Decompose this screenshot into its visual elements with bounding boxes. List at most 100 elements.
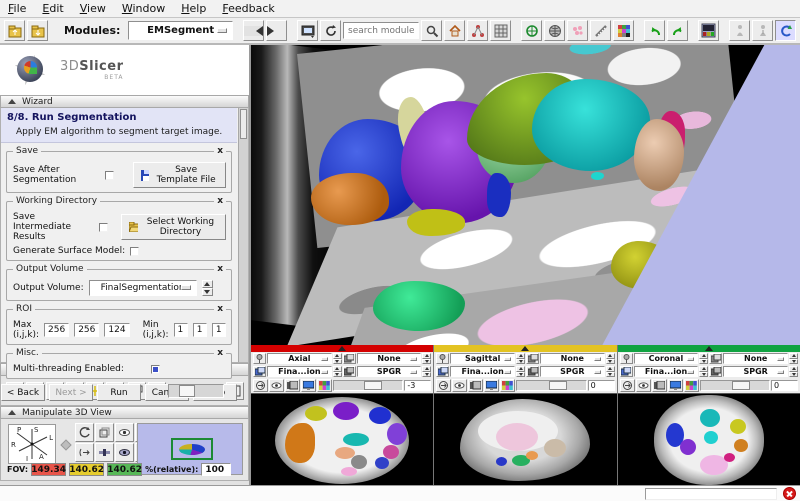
orientation-spinner[interactable]	[333, 353, 342, 364]
navigation-view-box[interactable]	[171, 438, 213, 460]
label-opacity-button[interactable]	[285, 379, 300, 392]
red-slice-bar[interactable]	[251, 345, 433, 352]
background-layer-button[interactable]	[526, 366, 539, 377]
home-button[interactable]	[444, 20, 465, 41]
menu-feedback[interactable]: Feedback	[222, 2, 274, 15]
slice-screen-button[interactable]	[484, 379, 499, 392]
background-layer-button[interactable]	[343, 366, 356, 377]
orientation-dropdown[interactable]: Sagittal	[450, 353, 515, 364]
label-map-spinner[interactable]	[333, 366, 342, 377]
roi-min-i-field[interactable]: 1	[174, 323, 188, 337]
slice-colors-button[interactable]	[317, 379, 332, 392]
foreground-spinner[interactable]	[789, 353, 798, 364]
slice-offset-slider[interactable]	[333, 380, 403, 391]
label-map-spinner[interactable]	[516, 366, 525, 377]
label-layer-button[interactable]	[436, 366, 449, 377]
slice-link-button[interactable]	[253, 353, 266, 364]
slice-offset-field[interactable]: 0	[771, 380, 798, 391]
foreground-spinner[interactable]	[606, 353, 615, 364]
label-map-dropdown[interactable]: Fina...ion	[267, 366, 332, 377]
undo-button[interactable]	[644, 20, 665, 41]
roi-close[interactable]: x	[214, 304, 226, 314]
foreground-dropdown[interactable]: None	[357, 353, 422, 364]
slice-offset-slider[interactable]	[700, 380, 770, 391]
menu-edit[interactable]: Edit	[42, 2, 63, 15]
output-volume-dropdown[interactable]: FinalSegmentation	[89, 280, 197, 296]
background-spinner[interactable]	[606, 366, 615, 377]
label-opacity-button[interactable]	[468, 379, 483, 392]
slice-screen-button[interactable]	[301, 379, 316, 392]
wizard-section-header[interactable]: Wizard	[0, 95, 249, 108]
slice-visible-button[interactable]	[452, 379, 467, 392]
orientation-spinner[interactable]	[516, 353, 525, 364]
slice-colors-button[interactable]	[684, 379, 699, 392]
slice-offset-slider[interactable]	[516, 380, 586, 391]
menu-view[interactable]: View	[80, 2, 106, 15]
coronal-slice-image[interactable]	[618, 393, 800, 485]
save-group-close[interactable]: x	[214, 146, 226, 156]
back-button[interactable]: < Back	[1, 384, 45, 401]
layout-select-button[interactable]	[698, 20, 719, 41]
reload-module-button[interactable]	[320, 20, 341, 41]
redo-button[interactable]	[667, 20, 688, 41]
slice-visible-button[interactable]	[636, 379, 651, 392]
slice-screen-button[interactable]	[668, 379, 683, 392]
module-history-button[interactable]	[297, 20, 318, 41]
roi-min-j-field[interactable]: 1	[193, 323, 207, 337]
orientation-axes-widget[interactable]: P S L R I A	[8, 424, 56, 464]
mouse-place-button[interactable]	[752, 20, 773, 41]
output-volume-spinner[interactable]	[202, 280, 213, 296]
foreground-dropdown[interactable]: None	[723, 353, 788, 364]
menu-help[interactable]: Help	[181, 2, 206, 15]
slice-link-button[interactable]	[436, 353, 449, 364]
run-button[interactable]: Run	[97, 384, 141, 401]
ortho-projection-button[interactable]	[95, 423, 114, 442]
yellow-slice-bar[interactable]	[434, 345, 616, 352]
label-layer-button[interactable]	[620, 366, 633, 377]
error-log-icon[interactable]	[783, 487, 796, 500]
search-button[interactable]	[421, 20, 442, 41]
fiducials-button[interactable]	[521, 20, 542, 41]
next-module-button[interactable]	[266, 20, 287, 41]
foreground-spinner[interactable]	[422, 353, 431, 364]
modules-tree-button[interactable]	[467, 20, 488, 41]
slice-visible-button[interactable]	[269, 379, 284, 392]
save-template-button[interactable]: Save Template File	[133, 162, 226, 188]
label-map-spinner[interactable]	[699, 366, 708, 377]
background-spinner[interactable]	[789, 366, 798, 377]
background-dropdown[interactable]: SPGR	[357, 366, 422, 377]
slice-offset-field[interactable]: -3	[404, 380, 431, 391]
spin-view-button[interactable]	[75, 423, 94, 442]
scrollbar-thumb[interactable]	[240, 109, 247, 139]
slider-handle[interactable]	[364, 381, 382, 390]
fiber-bundles-button[interactable]	[567, 20, 588, 41]
background-layer-button[interactable]	[709, 366, 722, 377]
mouse-transform-button[interactable]	[775, 20, 796, 41]
label-map-dropdown[interactable]: Fina...ion	[634, 366, 699, 377]
axial-slice-image[interactable]	[251, 393, 433, 485]
sagittal-slice-image[interactable]	[434, 393, 616, 485]
save-after-checkbox[interactable]	[105, 171, 114, 180]
zoom-relative-field[interactable]: 100	[201, 463, 231, 476]
previous-module-button[interactable]	[243, 20, 264, 41]
navigation-zoom-button[interactable]	[95, 443, 114, 462]
slider-handle[interactable]	[732, 381, 750, 390]
foreground-layer-button[interactable]	[709, 353, 722, 364]
roi-min-k-field[interactable]: 1	[212, 323, 226, 337]
orientation-dropdown[interactable]: Coronal	[634, 353, 699, 364]
roi-max-i-field[interactable]: 256	[44, 323, 69, 337]
label-opacity-button[interactable]	[652, 379, 667, 392]
slice-more-button[interactable]	[253, 379, 268, 392]
extensions-button[interactable]	[490, 20, 511, 41]
measurements-button[interactable]	[590, 20, 611, 41]
visibility-3d-button[interactable]	[115, 423, 134, 442]
roi-max-j-field[interactable]: 256	[74, 323, 99, 337]
generate-surface-checkbox[interactable]	[130, 247, 139, 256]
output-volume-close[interactable]: x	[214, 264, 226, 274]
foreground-dropdown[interactable]: None	[540, 353, 605, 364]
wizard-scrollbar[interactable]	[238, 108, 248, 362]
slider-handle[interactable]	[549, 381, 567, 390]
misc-close[interactable]: x	[214, 348, 226, 358]
green-slice-bar[interactable]	[618, 345, 800, 352]
label-map-dropdown[interactable]: Fina...ion	[450, 366, 515, 377]
